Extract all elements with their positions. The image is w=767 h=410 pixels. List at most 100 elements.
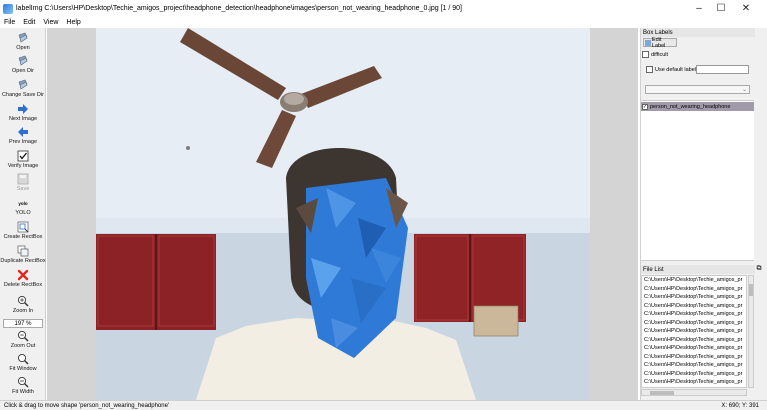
save-button[interactable]: Save <box>0 173 46 192</box>
file-list-item[interactable]: C:\Users\HP\Desktop\Techie_amigos_pr <box>642 361 746 370</box>
window-title: labelImg C:\Users\HP\Desktop\Techie_amig… <box>16 5 462 12</box>
change-save-dir-label: Change Save Dir <box>2 92 44 98</box>
verify-image-button[interactable]: Verify Image <box>0 150 46 169</box>
menu-view[interactable]: View <box>39 19 62 26</box>
box-labels-title: Box Labels <box>643 29 673 36</box>
title-bar: labelImg C:\Users\HP\Desktop\Techie_amig… <box>0 0 767 17</box>
create-rectbox-button[interactable]: Create RectBox <box>0 221 46 240</box>
delete-x-icon <box>17 269 29 281</box>
difficult-checkbox[interactable] <box>642 51 649 58</box>
zoom-out-button[interactable]: Zoom Out <box>0 330 46 349</box>
save-dir-icon <box>17 79 29 91</box>
file-list[interactable]: C:\Users\HP\Desktop\Techie_amigos_pr C:\… <box>641 275 747 388</box>
label-combo-box[interactable]: ⌄ <box>645 85 750 94</box>
duplicate-rectbox-button[interactable]: Duplicate RectBox <box>0 245 46 264</box>
arrow-left-icon <box>17 126 29 138</box>
fit-width-label: Fit Width <box>12 389 34 395</box>
delete-rectbox-button[interactable]: Delete RectBox <box>0 269 46 288</box>
chevron-down-icon: ⌄ <box>741 87 747 93</box>
image-canvas[interactable] <box>47 28 638 400</box>
prev-image-label: Prev Image <box>8 139 38 145</box>
menu-file[interactable]: File <box>0 19 19 26</box>
arrow-right-icon <box>17 103 29 115</box>
verify-image-label: Verify Image <box>7 163 39 169</box>
file-list-item[interactable]: C:\Users\HP\Desktop\Techie_amigos_pr <box>642 336 746 345</box>
right-panel: Box Labels Edit Label difficult Use defa… <box>640 28 767 400</box>
file-list-item[interactable]: C:\Users\HP\Desktop\Techie_amigos_pr <box>642 370 746 379</box>
label-item-text: person_not_wearing_headphone <box>650 103 731 110</box>
file-list-header: File List <box>641 265 755 274</box>
edit-label-button[interactable]: Edit Label <box>643 36 677 49</box>
label-visible-checkbox[interactable]: ✓ <box>642 103 648 110</box>
fit-window-icon <box>17 353 29 365</box>
file-list-item[interactable]: C:\Users\HP\Desktop\Techie_amigos_pr <box>642 293 746 302</box>
use-default-label-checkbox[interactable] <box>646 66 653 73</box>
cursor-coordinates: X: 690; Y: 391 <box>721 402 759 409</box>
difficult-checkbox-row[interactable]: difficult <box>642 51 668 58</box>
file-list-item[interactable]: C:\Users\HP\Desktop\Techie_amigos_pr <box>642 302 746 311</box>
fit-window-button[interactable]: Fit Window <box>0 353 46 372</box>
close-button[interactable]: ✕ <box>732 0 760 17</box>
menu-edit[interactable]: Edit <box>19 19 39 26</box>
file-list-item[interactable]: C:\Users\HP\Desktop\Techie_amigos_pr <box>642 319 746 328</box>
left-toolbar: Open Open Dir Change Save Dir Next Image… <box>0 28 46 400</box>
file-list-title: File List <box>643 266 664 273</box>
use-default-label-text: Use default label <box>655 66 696 73</box>
duplicate-icon <box>17 245 29 257</box>
difficult-label: difficult <box>651 51 669 58</box>
fit-width-button[interactable]: Fit Width <box>0 376 46 395</box>
zoom-out-label: Zoom Out <box>10 343 36 349</box>
zoom-value-field[interactable]: 197 % <box>3 319 43 328</box>
save-icon <box>17 173 29 185</box>
annotated-photo[interactable] <box>96 28 590 400</box>
menu-help[interactable]: Help <box>62 19 84 26</box>
open-button[interactable]: Open <box>0 32 46 51</box>
default-label-input[interactable] <box>696 65 749 74</box>
prev-image-button[interactable]: Prev Image <box>0 126 46 145</box>
edit-label-icon <box>645 39 651 46</box>
zoom-in-button[interactable]: Zoom In <box>0 295 46 314</box>
fit-width-icon <box>17 376 29 388</box>
format-label: YOLO <box>15 210 31 216</box>
file-list-item[interactable]: C:\Users\HP\Desktop\Techie_amigos_pr <box>642 285 746 294</box>
open-dir-icon <box>17 55 29 67</box>
file-list-item[interactable]: C:\Users\HP\Desktop\Techie_amigos_pr <box>642 327 746 336</box>
yolo-format-icon: yolo <box>17 197 29 209</box>
checkmark-icon <box>17 150 29 162</box>
change-save-dir-button[interactable]: Change Save Dir <box>0 79 46 98</box>
yolo-icon-text: yolo <box>18 200 28 206</box>
app-icon <box>3 3 13 14</box>
edit-label-text: Edit Label <box>651 36 666 49</box>
create-rectbox-icon <box>17 221 29 233</box>
label-list[interactable]: ✓ person_not_wearing_headphone <box>641 100 754 261</box>
open-label: Open <box>16 45 30 51</box>
next-image-button[interactable]: Next Image <box>0 103 46 122</box>
zoom-in-label: Zoom In <box>12 308 34 314</box>
zoom-in-icon <box>17 295 29 307</box>
file-list-item[interactable]: C:\Users\HP\Desktop\Techie_amigos_pr <box>642 344 746 353</box>
file-list-item[interactable]: C:\Users\HP\Desktop\Techie_amigos_pr <box>642 378 746 387</box>
file-list-horizontal-scrollbar[interactable] <box>641 389 747 396</box>
status-message: Click & drag to move shape 'person_not_w… <box>4 402 170 409</box>
file-list-vertical-scrollbar[interactable] <box>748 275 754 388</box>
duplicate-rectbox-label: Duplicate RectBox <box>0 258 46 264</box>
status-bar: Click & drag to move shape 'person_not_w… <box>0 400 767 410</box>
fit-window-label: Fit Window <box>9 366 37 372</box>
label-list-item[interactable]: ✓ person_not_wearing_headphone <box>641 102 754 111</box>
maximize-button[interactable]: ☐ <box>707 0 735 17</box>
file-list-item[interactable]: C:\Users\HP\Desktop\Techie_amigos_pr <box>642 310 746 319</box>
delete-rectbox-label: Delete RectBox <box>3 282 43 288</box>
use-default-label-row[interactable]: Use default label <box>646 66 696 73</box>
file-list-item[interactable]: C:\Users\HP\Desktop\Techie_amigos_pr <box>642 353 746 362</box>
open-file-icon <box>17 32 29 44</box>
photo-scene <box>96 28 590 400</box>
zoom-out-icon <box>17 330 29 342</box>
create-rectbox-label: Create RectBox <box>3 234 43 240</box>
format-toggle-button[interactable]: yolo YOLO <box>0 197 46 217</box>
scroll-thumb[interactable] <box>749 284 753 296</box>
scroll-thumb[interactable] <box>650 391 674 395</box>
open-dir-button[interactable]: Open Dir <box>0 55 46 74</box>
file-list-item[interactable]: C:\Users\HP\Desktop\Techie_amigos_pr <box>642 276 746 285</box>
float-dock-icon[interactable]: ⧉ <box>755 265 763 273</box>
open-dir-label: Open Dir <box>11 68 34 74</box>
